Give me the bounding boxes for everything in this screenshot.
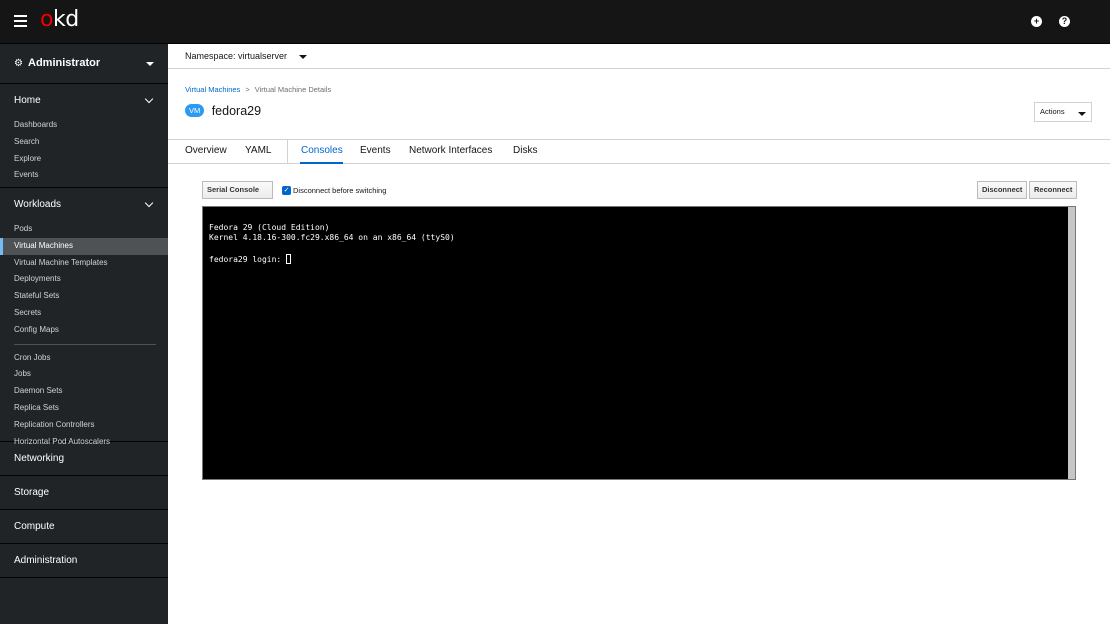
sidebar-item-replica-sets[interactable]: Replica Sets: [0, 400, 168, 417]
sidebar-item-deployments[interactable]: Deployments: [0, 271, 168, 288]
disconnect-before-switching-checkbox[interactable]: ✓: [282, 186, 291, 195]
caret-down-icon: [1078, 112, 1086, 116]
breadcrumb: Virtual Machines > Virtual Machine Details: [185, 85, 331, 94]
cogs-icon: ⚙: [14, 58, 23, 69]
tab-overview[interactable]: Overview: [185, 145, 227, 156]
nav-section-home: Home Dashboards Search Explore Events: [0, 84, 168, 188]
terminal-scrollbar[interactable]: [1068, 207, 1075, 479]
sidebar-item-stateful-sets[interactable]: Stateful Sets: [0, 288, 168, 305]
chevron-down-icon: [144, 94, 154, 104]
terminal-line: Kernel 4.18.16-300.fc29.x86_64 on an x86…: [209, 233, 455, 243]
nav-section-administration[interactable]: Administration: [0, 544, 168, 578]
nav-section-home-toggle[interactable]: Home: [0, 84, 168, 117]
vm-badge: VM: [185, 104, 205, 118]
tab-consoles[interactable]: Consoles: [301, 145, 343, 156]
nav-divider: [14, 343, 156, 345]
page-title: VM fedora29: [185, 102, 261, 120]
breadcrumb-virtual-machines-link[interactable]: Virtual Machines: [185, 85, 240, 94]
tab-yaml[interactable]: YAML: [245, 145, 272, 156]
active-tab-indicator: [300, 162, 343, 164]
terminal-line: Fedora 29 (Cloud Edition): [209, 223, 330, 232]
nav-section-workloads-toggle[interactable]: Workloads: [0, 188, 168, 221]
namespace-dropdown[interactable]: Namespace: virtualserver: [185, 51, 287, 61]
caret-down-icon[interactable]: [299, 55, 307, 59]
tab-divider: [287, 140, 288, 164]
masthead: okd + ?: [0, 0, 1110, 44]
sidebar-item-search[interactable]: Search: [0, 134, 168, 151]
vm-name: fedora29: [211, 103, 262, 118]
terminal-line: ​: [209, 244, 455, 254]
terminal-output: Fedora 29 (Cloud Edition) Kernel 4.18.16-…: [209, 223, 455, 266]
disconnect-button[interactable]: Disconnect: [977, 181, 1028, 199]
sidebar-item-cron-jobs[interactable]: Cron Jobs: [0, 350, 168, 367]
sidebar-item-virtual-machines[interactable]: Virtual Machines: [0, 237, 168, 255]
disconnect-before-switching-label: Disconnect before switching: [293, 186, 387, 195]
question-circle-icon[interactable]: ?: [1059, 16, 1070, 27]
tab-events[interactable]: Events: [360, 145, 391, 156]
workloads-items-more: Cron Jobs Jobs Daemon Sets Replica Sets Repl…: [0, 350, 168, 451]
plus-circle-icon[interactable]: +: [1031, 16, 1042, 27]
main-content: Namespace: virtualserver Virtual Machine…: [168, 44, 1110, 624]
tab-bar: Overview YAML Consoles Events Network In…: [168, 139, 1110, 164]
sidebar-item-events[interactable]: Events: [0, 167, 168, 184]
collapsed-sections: Networking Storage Compute Administration: [0, 442, 168, 578]
perspective-label: Administrator: [28, 57, 101, 69]
sidebar-item-pods[interactable]: Pods: [0, 221, 168, 238]
terminal-prompt: fedora29 login:: [209, 255, 287, 265]
tab-disks[interactable]: Disks: [513, 145, 537, 156]
nav-section-storage[interactable]: Storage: [0, 476, 168, 510]
perspective-switcher[interactable]: ⚙ Administrator: [0, 44, 168, 84]
okd-logo[interactable]: okd: [40, 7, 79, 32]
sidebar-item-virtual-machine-templates[interactable]: Virtual Machine Templates: [0, 255, 168, 272]
hamburger-menu-icon[interactable]: [14, 15, 27, 27]
breadcrumb-current: Virtual Machine Details: [254, 85, 332, 94]
namespace-bar: Namespace: virtualserver: [168, 44, 1110, 69]
sidebar-item-dashboards[interactable]: Dashboards: [0, 117, 168, 134]
reconnect-button[interactable]: Reconnect: [1029, 181, 1078, 199]
sidebar-item-horizontal-pod-autoscalers[interactable]: Horizontal Pod Autoscalers: [0, 434, 168, 451]
terminal-cursor: [286, 254, 292, 265]
sidebar-item-explore[interactable]: Explore: [0, 151, 168, 168]
sidebar-item-jobs[interactable]: Jobs: [0, 366, 168, 383]
sidebar-item-daemon-sets[interactable]: Daemon Sets: [0, 383, 168, 400]
chevron-down-icon: [144, 198, 154, 208]
caret-down-icon: [146, 62, 154, 66]
nav-section-workloads: Workloads Pods Virtual Machines Virtual Ma…: [0, 188, 168, 446]
workloads-items: Pods Virtual Machines Virtual Machine Temp…: [0, 221, 168, 339]
actions-dropdown[interactable]: Actions: [1034, 102, 1092, 122]
sidebar-item-secrets[interactable]: Secrets: [0, 305, 168, 322]
breadcrumb-separator: >: [245, 85, 250, 94]
terminal-prompt-line: fedora29 login:: [209, 254, 455, 265]
sidebar: ⚙ Administrator Home Dashboards Search Exp…: [0, 44, 168, 624]
tab-network-interfaces[interactable]: Network Interfaces: [409, 145, 492, 156]
sidebar-item-config-maps[interactable]: Config Maps: [0, 322, 168, 339]
home-items: Dashboards Search Explore Events: [0, 117, 168, 184]
nav-section-compute[interactable]: Compute: [0, 510, 168, 544]
sidebar-item-replication-controllers[interactable]: Replication Controllers: [0, 417, 168, 434]
console-type-select[interactable]: Serial Console: [202, 181, 273, 199]
console-toolbar: Serial Console ✓ Disconnect before switc…: [202, 181, 1078, 201]
serial-console-terminal[interactable]: Fedora 29 (Cloud Edition) Kernel 4.18.16-…: [202, 206, 1076, 480]
